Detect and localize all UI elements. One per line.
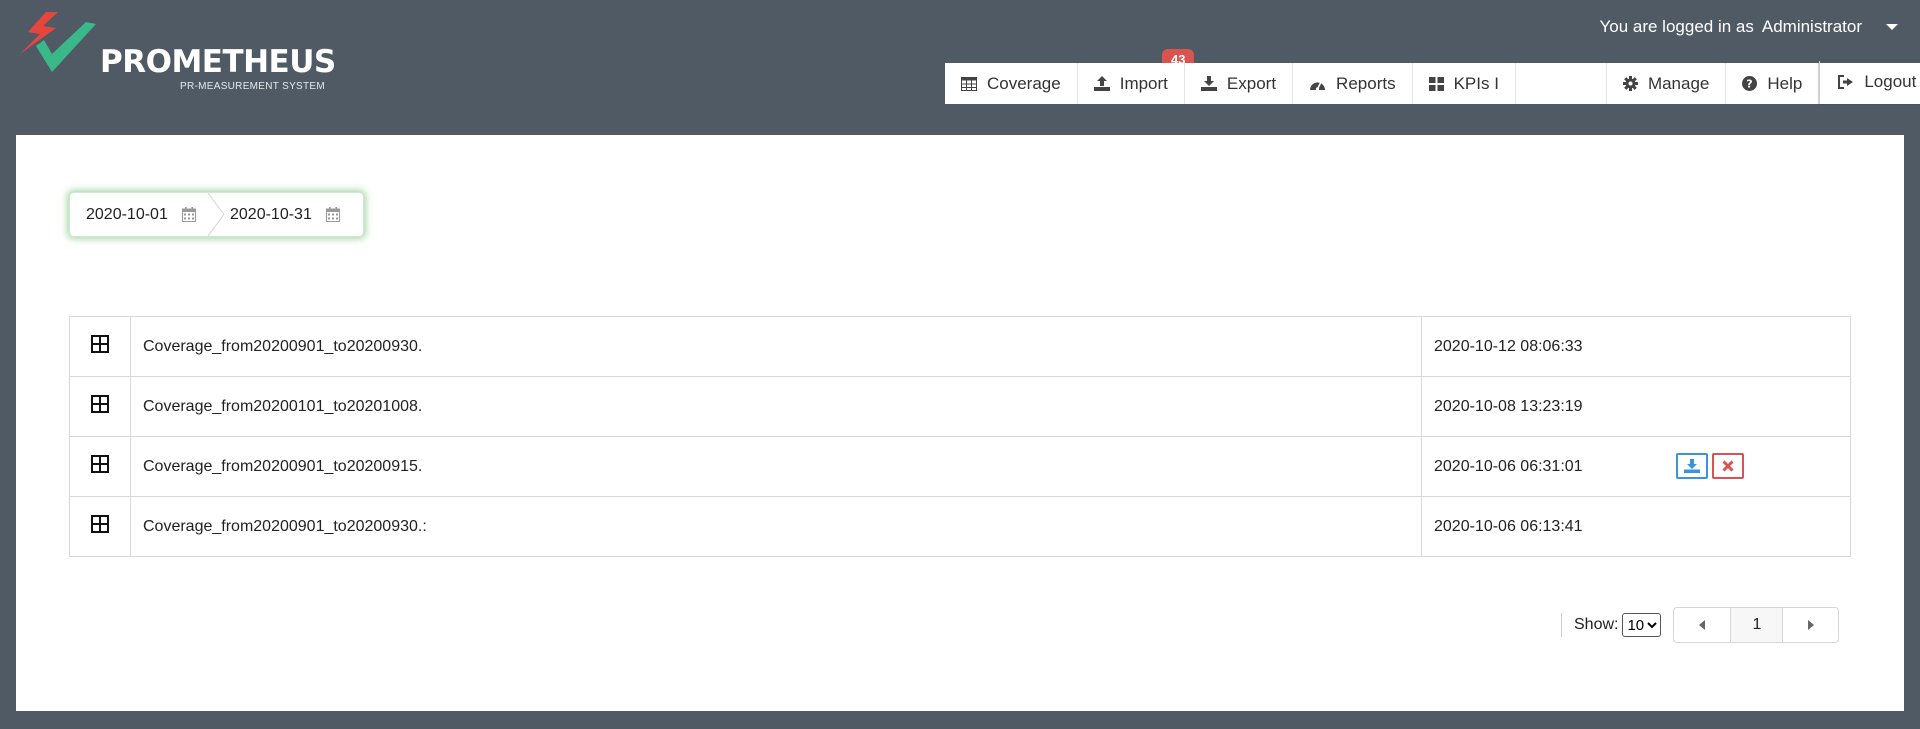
nav-import-label: Import [1119, 73, 1168, 93]
dashboard-icon [1310, 81, 1326, 91]
grid-file-icon [91, 515, 109, 533]
nav-coverage[interactable]: Coverage [945, 63, 1078, 104]
caret-down-icon[interactable] [1886, 24, 1898, 30]
page-number-button[interactable]: 1 [1730, 608, 1783, 642]
caret-left-icon [1699, 620, 1706, 630]
question-circle-icon: ? [1742, 76, 1758, 91]
delete-button[interactable] [1712, 453, 1744, 479]
nav-import[interactable]: Import [1078, 63, 1185, 104]
logged-in-label: You are logged in as [1599, 17, 1754, 36]
logout-label: Logout [1864, 72, 1917, 91]
upload-icon [1093, 76, 1110, 91]
calendar-icon[interactable] [181, 207, 196, 222]
nav-export-label: Export [1226, 73, 1277, 93]
prometheus-logo-icon [20, 12, 96, 72]
grid-file-icon [91, 335, 109, 353]
grid-file-icon [91, 395, 109, 413]
coverage-files-table: Coverage_from20200901_to20200930. 2020-1… [69, 316, 1851, 557]
download-icon [1200, 76, 1217, 91]
nav-help-label: Help [1767, 73, 1803, 93]
file-date: 2020-10-12 08:06:33 [1421, 316, 1851, 377]
close-icon [1722, 460, 1734, 472]
start-date-field[interactable]: 2020-10-01 [70, 193, 208, 236]
pagination: Show: 10 1 [1561, 607, 1840, 643]
svg-text:?: ? [1747, 78, 1753, 91]
file-date: 2020-10-06 06:13:41 [1421, 496, 1851, 557]
nav-manage[interactable]: Manage [1607, 63, 1727, 104]
nav-manage-label: Manage [1647, 73, 1710, 93]
table-row[interactable]: Coverage_from20200101_to20201008. 2020-1… [69, 376, 1851, 437]
nav-reports[interactable]: Reports [1293, 63, 1413, 104]
pager-divider [1561, 613, 1562, 637]
page-size-select[interactable]: 10 [1622, 613, 1662, 637]
file-type-cell [69, 496, 131, 557]
nav-kpis[interactable]: KPIs I [1413, 63, 1516, 104]
prev-page-button[interactable] [1674, 608, 1730, 642]
main-panel: 2020-10-01 2020-10-31 Coverage_from20200… [16, 135, 1904, 711]
grid-icon [1428, 76, 1444, 91]
start-date-value: 2020-10-01 [86, 205, 168, 223]
file-type-cell [69, 316, 131, 377]
end-date-field[interactable]: 2020-10-31 [208, 193, 340, 236]
file-date: 2020-10-06 06:31:01 [1434, 457, 1583, 475]
row-actions [1676, 453, 1744, 479]
nav-kpis-label: KPIs I [1453, 73, 1499, 93]
sign-out-icon [1838, 75, 1854, 89]
table-row[interactable]: Coverage_from20200901_to20200930. 2020-1… [69, 316, 1851, 377]
download-button[interactable] [1676, 453, 1708, 479]
file-name[interactable]: Coverage_from20200901_to20200930.: [130, 496, 1422, 557]
file-date-cell: 2020-10-06 06:31:01 [1421, 436, 1851, 497]
nav-export[interactable]: Export [1185, 63, 1294, 104]
file-name[interactable]: Coverage_from20200101_to20201008. [130, 376, 1422, 437]
show-label: Show: [1574, 616, 1619, 633]
main-nav: Coverage Import Export Reports KPIs I Ma… [945, 60, 1920, 104]
table-icon [961, 76, 977, 91]
file-type-cell [69, 376, 131, 437]
grid-file-icon [91, 455, 109, 473]
file-name[interactable]: Coverage_from20200901_to20200915. [130, 436, 1422, 497]
end-date-value: 2020-10-31 [230, 205, 312, 223]
download-icon [1684, 459, 1700, 473]
file-type-cell [69, 436, 131, 497]
table-row[interactable]: Coverage_from20200901_to20200915. 2020-1… [69, 436, 1851, 497]
brand-name: PROMETHEUS [100, 44, 336, 80]
calendar-icon[interactable] [325, 207, 340, 222]
logout-button[interactable]: Logout [1819, 60, 1920, 104]
table-row[interactable]: Coverage_from20200901_to20200930.: 2020-… [69, 496, 1851, 557]
nav-spacer [1516, 63, 1607, 104]
nav-reports-label: Reports [1336, 73, 1396, 93]
brand-subtitle: PR-MEASUREMENT SYSTEM [180, 81, 326, 92]
page-buttons: 1 [1673, 607, 1840, 643]
next-page-button[interactable] [1782, 608, 1838, 642]
nav-coverage-label: Coverage [987, 73, 1061, 93]
file-date: 2020-10-08 13:23:19 [1421, 376, 1851, 437]
caret-right-icon [1807, 620, 1814, 630]
username: Administrator [1761, 17, 1862, 36]
gear-icon [1622, 76, 1638, 91]
file-name[interactable]: Coverage_from20200901_to20200930. [130, 316, 1422, 377]
nav-help[interactable]: ? Help [1726, 63, 1820, 104]
brand-logo[interactable]: PROMETHEUS PR-MEASUREMENT SYSTEM [16, 10, 346, 96]
date-range-picker: 2020-10-01 2020-10-31 [69, 192, 364, 237]
user-menu[interactable]: You are logged in as Administrator [1599, 16, 1898, 38]
